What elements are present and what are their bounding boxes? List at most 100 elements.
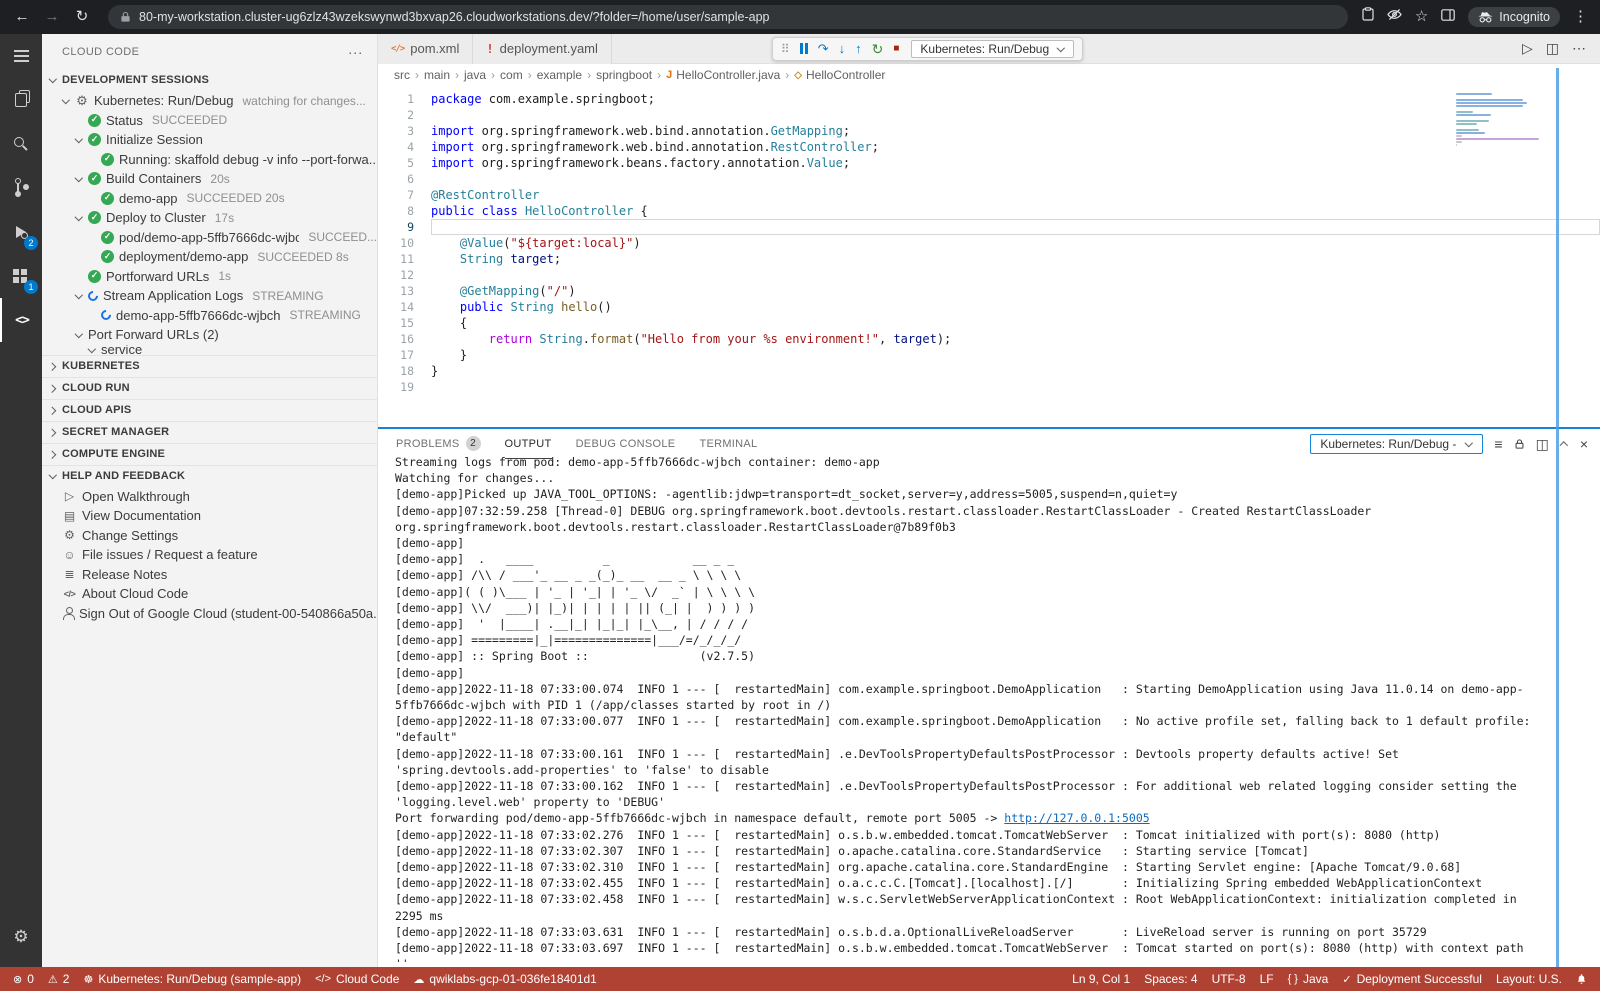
tree-item[interactable]: pod/demo-app-5ffb7666dc-wjbchSUCCEED... [42,228,377,248]
line-number[interactable]: 16 [378,331,414,347]
code-line[interactable]: 4import org.springframework.web.bind.ann… [378,139,1600,155]
line-number[interactable]: 3 [378,123,414,139]
code-line[interactable]: 6 [378,171,1600,187]
help-item[interactable]: ⚙Change Settings [42,526,377,546]
breadcrumb-item[interactable]: com [500,68,523,82]
code-line[interactable]: 1package com.example.springboot; [378,91,1600,107]
eye-slash-icon[interactable] [1387,0,1402,34]
settings-button[interactable]: ⚙ [0,915,42,959]
line-number[interactable]: 15 [378,315,414,331]
line-number[interactable]: 5 [378,155,414,171]
status-item-cloud[interactable]: ☁qwiklabs-gcp-01-036fe18401d1 [406,967,603,991]
line-number[interactable]: 11 [378,251,414,267]
tab-pom-xml[interactable]: </> pom.xml [378,34,473,64]
breadcrumb-item[interactable]: springboot [596,68,652,82]
line-number[interactable]: 19 [378,379,414,395]
breadcrumb-item[interactable]: ◇HelloController [794,68,885,82]
debug-config-dropdown[interactable]: Kubernetes: Run/Debug [911,40,1074,58]
help-item[interactable]: ▷Open Walkthrough [42,487,377,507]
back-icon[interactable]: ← [10,0,34,34]
code-line[interactable]: 19 [378,379,1600,395]
section-kubernetes[interactable]: KUBERNETES [42,355,377,377]
clipboard-icon[interactable] [1362,0,1374,34]
code-line[interactable]: 10 @Value("${target:local}") [378,235,1600,251]
section-development-sessions[interactable]: DEVELOPMENT SESSIONS [42,69,377,91]
code-line[interactable]: 18} [378,363,1600,379]
activity-run-debug[interactable]: 2 [0,210,42,254]
reload-icon[interactable]: ↻ [70,0,94,34]
help-item[interactable]: ☺File issues / Request a feature [42,545,377,565]
chevron-down-icon[interactable] [74,330,83,339]
more-actions-icon[interactable]: ··· [348,44,363,60]
status-item-k8s[interactable]: ☸Kubernetes: Run/Debug (sample-app) [76,967,308,991]
code-line[interactable]: 7@RestController [378,187,1600,203]
status-item-braces[interactable]: { }Java [1281,967,1336,991]
editor-more-actions[interactable]: ⋯ [1572,40,1586,57]
code-line[interactable]: 9 [378,219,1600,235]
tree-item[interactable]: Stream Application LogsSTREAMING [42,286,377,306]
tab-deployment-yaml[interactable]: ! deployment.yaml [473,34,612,64]
url-bar[interactable]: 80-my-workstation.cluster-ug6zlz43wzeksw… [108,5,1348,29]
line-number[interactable]: 1 [378,91,414,107]
tree-item[interactable]: deployment/demo-appSUCCEEDED 8s [42,247,377,267]
activity-cloud-code[interactable]: <> [0,298,42,342]
status-item-warning[interactable]: ⚠2 [41,967,77,991]
activity-extensions[interactable]: 1 [0,254,42,298]
section-cloud-apis[interactable]: CLOUD APIS [42,399,377,421]
code-line[interactable]: 13 @GetMapping("/") [378,283,1600,299]
line-number[interactable]: 17 [378,347,414,363]
code-line[interactable]: 5import org.springframework.beans.factor… [378,155,1600,171]
step-out-icon[interactable]: ↑ [855,42,862,55]
breadcrumb-item[interactable]: java [464,68,486,82]
code-line[interactable]: 16 return String.format("Hello from your… [378,331,1600,347]
section-help-and-feedback[interactable]: HELP AND FEEDBACK [42,465,377,487]
status-item[interactable]: Ln 9, Col 1 [1065,967,1137,991]
code-line[interactable]: 11 String target; [378,251,1600,267]
help-item[interactable]: Sign Out of Google Cloud (student-00-540… [42,604,377,624]
line-number[interactable]: 18 [378,363,414,379]
stop-icon[interactable]: ■ [893,44,899,54]
code-line[interactable]: 8public class HelloController { [378,203,1600,219]
side-panel-icon[interactable] [1441,0,1455,34]
log-link[interactable]: http://127.0.0.1:5005 [1004,811,1149,825]
breadcrumb-item[interactable]: main [424,68,450,82]
tree-item[interactable]: Initialize Session [42,130,377,150]
minimap[interactable] [1456,93,1542,150]
kebab-menu-icon[interactable]: ⋮ [1573,0,1588,34]
tree-item[interactable]: service [42,345,377,355]
code-line[interactable]: 12 [378,267,1600,283]
section-secret-manager[interactable]: SECRET MANAGER [42,421,377,443]
line-number[interactable]: 8 [378,203,414,219]
menu-button[interactable] [0,34,42,78]
incognito-badge[interactable]: Incognito [1468,7,1560,27]
split-editor-button[interactable]: ◫ [1546,40,1559,57]
drag-handle-icon[interactable]: ⠿ [781,42,790,56]
activity-explorer[interactable] [0,78,42,122]
code-line[interactable]: 2 [378,107,1600,123]
chevron-down-icon[interactable] [74,135,83,144]
help-item[interactable]: ▤View Documentation [42,506,377,526]
restart-icon[interactable]: ↻ [872,42,884,56]
code-editor[interactable]: 1package com.example.springboot;23import… [378,86,1600,427]
lock-scroll-icon[interactable] [1514,438,1525,450]
tree-item[interactable]: ⚙Kubernetes: Run/Debugwatching for chang… [42,91,377,111]
breadcrumb-item[interactable]: src [394,68,410,82]
activity-source-control[interactable] [0,166,42,210]
status-item[interactable]: UTF-8 [1205,967,1253,991]
help-item[interactable]: </>About Cloud Code [42,584,377,604]
chevron-down-icon[interactable] [61,96,70,105]
pause-icon[interactable] [800,43,808,54]
section-cloud-run[interactable]: CLOUD RUN [42,377,377,399]
line-number[interactable]: 2 [378,107,414,123]
tree-item[interactable]: StatusSUCCEEDED [42,111,377,131]
chevron-down-icon[interactable] [74,213,83,222]
code-line[interactable]: 17 } [378,347,1600,363]
split-panel-icon[interactable]: ◫ [1536,436,1549,453]
bookmark-star-icon[interactable]: ☆ [1415,0,1428,34]
line-number[interactable]: 12 [378,267,414,283]
status-item-bell[interactable] [1569,967,1594,991]
help-item[interactable]: ≣Release Notes [42,565,377,585]
tree-item[interactable]: demo-appSUCCEEDED 20s [42,189,377,209]
run-button[interactable]: ▷ [1522,40,1533,57]
tree-item[interactable]: Deploy to Cluster17s [42,208,377,228]
